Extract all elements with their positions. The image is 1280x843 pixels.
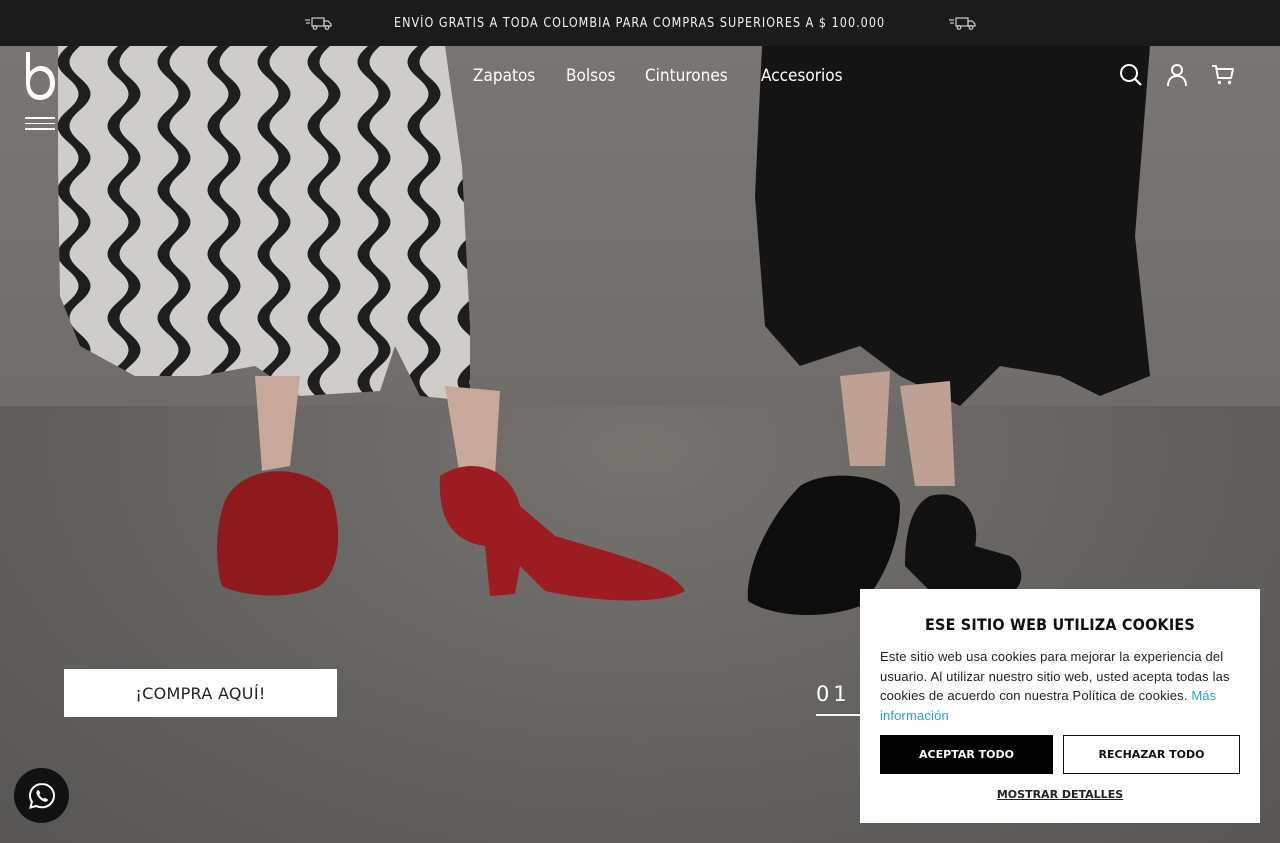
show-details-link[interactable]: MOSTRAR DETALLES xyxy=(880,788,1240,801)
nav-item-accesorios[interactable]: Accesorios xyxy=(761,66,843,86)
nav-item-cinturones[interactable]: Cinturones xyxy=(645,66,728,86)
cookie-banner: ESE SITIO WEB UTILIZA COOKIES Este sitio… xyxy=(860,589,1260,823)
nav-item-bolsos[interactable]: Bolsos xyxy=(566,66,615,86)
announcement-bar: ENVÍO GRATIS A TODA COLOMBIA PARA COMPRA… xyxy=(0,0,1280,46)
search-icon[interactable] xyxy=(1118,62,1144,88)
slide-index: 01 xyxy=(816,682,851,706)
nav-item-zapatos[interactable]: Zapatos xyxy=(473,66,535,86)
whatsapp-icon xyxy=(28,782,55,809)
cookie-title: ESE SITIO WEB UTILIZA COOKIES xyxy=(925,615,1195,634)
main-nav: Zapatos Bolsos Cinturones Accesorios xyxy=(473,66,852,86)
slide-progress-line xyxy=(816,714,864,716)
shop-now-button[interactable]: ¡COMPRA AQUÍ! xyxy=(64,669,337,717)
cookie-actions: ACEPTAR TODO RECHAZAR TODO xyxy=(880,735,1240,774)
account-icon[interactable] xyxy=(1164,62,1190,88)
announcement-text: ENVÍO GRATIS A TODA COLOMBIA PARA COMPRA… xyxy=(394,15,886,31)
cart-icon[interactable] xyxy=(1210,62,1236,88)
header-actions xyxy=(1118,62,1236,88)
accept-all-button[interactable]: ACEPTAR TODO xyxy=(880,735,1053,774)
brand-logo[interactable] xyxy=(24,52,56,100)
cookie-body-text: Este sitio web usa cookies para mejorar … xyxy=(880,649,1230,703)
menu-icon[interactable] xyxy=(25,117,55,131)
delivery-truck-icon xyxy=(948,17,976,30)
reject-all-button[interactable]: RECHAZAR TODO xyxy=(1063,735,1240,774)
whatsapp-button[interactable] xyxy=(14,768,69,823)
delivery-truck-icon xyxy=(305,17,333,30)
cookie-description: Este sitio web usa cookies para mejorar … xyxy=(880,647,1240,725)
